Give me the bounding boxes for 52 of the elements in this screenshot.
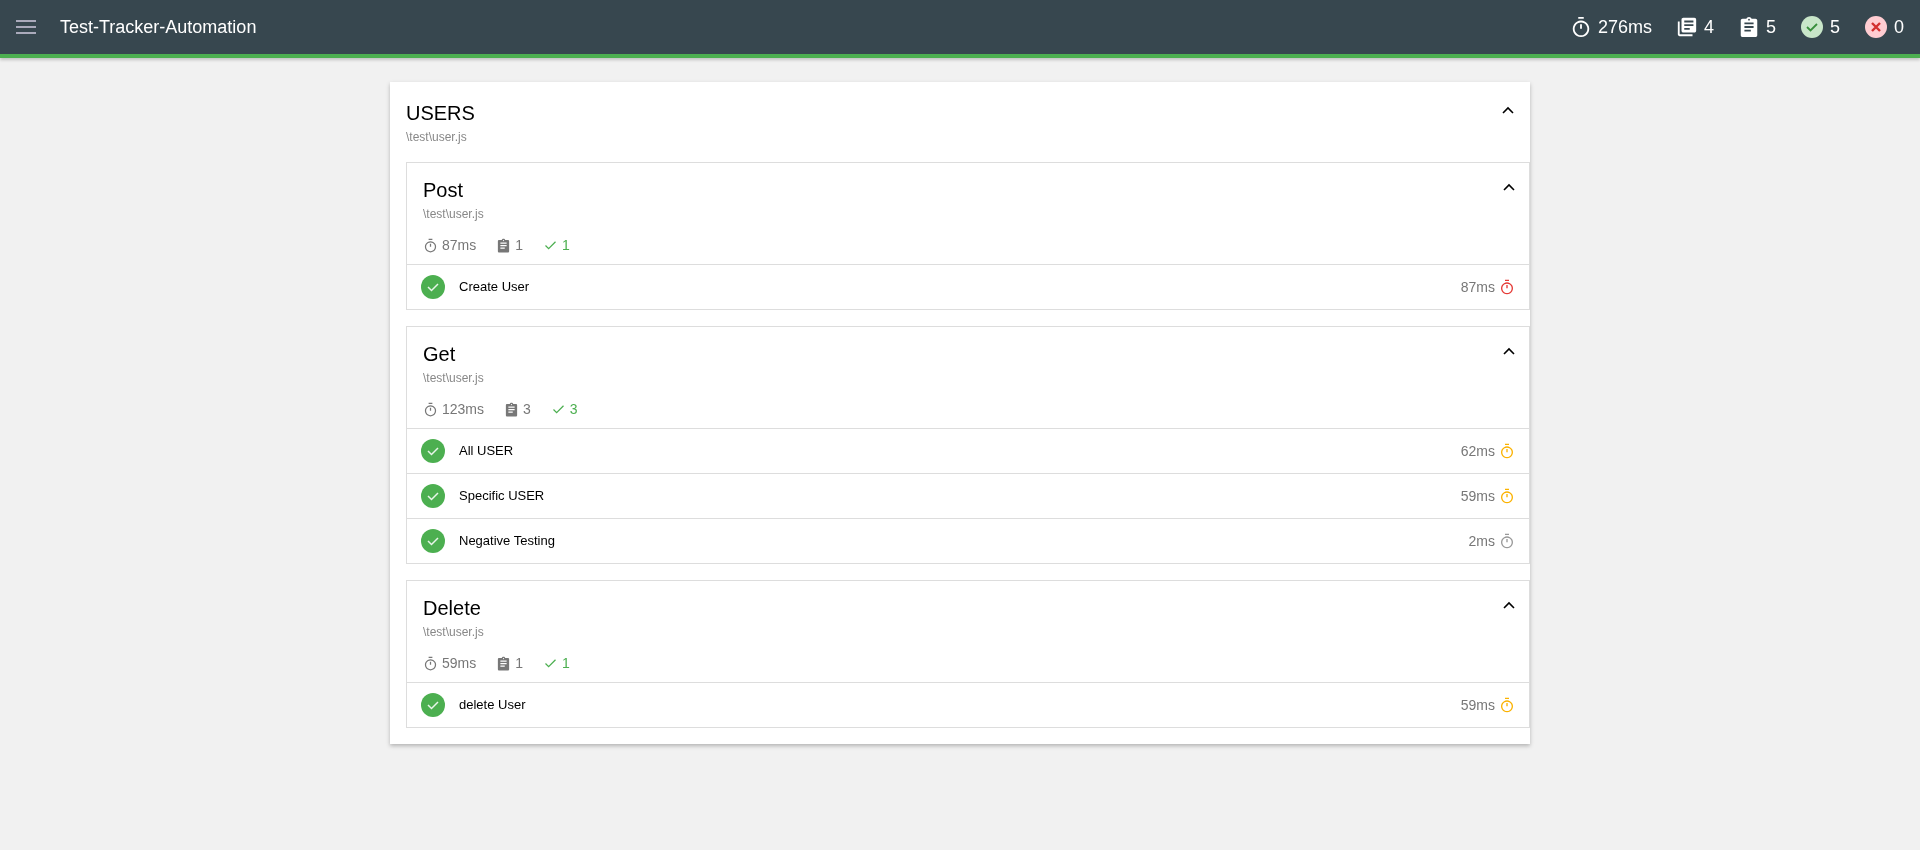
test-title: delete User xyxy=(459,696,526,715)
test-title: Create User xyxy=(459,278,530,297)
file-path: \test\user.js xyxy=(423,206,484,223)
passed-count: 1 xyxy=(562,236,570,255)
clipboard-icon xyxy=(496,656,512,671)
stopwatch-icon xyxy=(423,402,438,417)
chevron-icon[interactable] xyxy=(1503,347,1515,355)
test-duration: 2ms xyxy=(1468,531,1495,551)
passes-count: 5 xyxy=(1829,15,1840,39)
test-row[interactable]: All USER 62ms xyxy=(407,428,1529,473)
chevron-icon[interactable] xyxy=(1502,106,1514,114)
test-title: All USER xyxy=(459,442,514,461)
test-count: 3 xyxy=(523,400,531,419)
suites-count: 4 xyxy=(1703,15,1714,39)
suite-title: Delete xyxy=(423,596,482,621)
test-count: 1 xyxy=(515,654,524,673)
clipboard-icon xyxy=(496,238,512,253)
chevron-icon[interactable] xyxy=(1503,183,1515,191)
test-row[interactable]: Specific USER 59ms xyxy=(407,473,1529,518)
test-duration: 59ms xyxy=(1460,695,1495,715)
duration-count: 276ms xyxy=(1597,15,1652,39)
test-row[interactable]: Create User 87ms xyxy=(407,264,1529,309)
chevron-icon[interactable] xyxy=(1503,601,1515,609)
tests-count: 5 xyxy=(1765,15,1776,39)
report-title: Test-Tracker-Automation xyxy=(60,15,257,39)
file-path: \test\user.js xyxy=(423,370,484,387)
suite-title: Post xyxy=(423,178,465,203)
test-title: Specific USER xyxy=(459,487,545,506)
library-icon xyxy=(1675,16,1698,38)
suite-title: Get xyxy=(423,342,457,367)
suite-title: USERS xyxy=(406,101,475,126)
duration-text: 123ms xyxy=(442,400,485,419)
test-row[interactable]: delete User 59ms xyxy=(407,682,1529,727)
check-circle-icon xyxy=(1799,15,1824,39)
file-path: \test\user.js xyxy=(406,129,468,146)
duration-text: 87ms xyxy=(442,236,477,255)
test-row[interactable]: Negative Testing 2ms xyxy=(407,518,1529,563)
failures-count: 0 xyxy=(1894,15,1904,39)
test-duration: 59ms xyxy=(1460,486,1495,506)
menu-icon[interactable] xyxy=(16,20,36,34)
test-title: Negative Testing xyxy=(459,532,555,551)
cross-circle-icon xyxy=(1864,15,1888,39)
test-count: 1 xyxy=(515,236,524,255)
test-duration: 87ms xyxy=(1460,277,1495,297)
file-path: \test\user.js xyxy=(423,624,484,641)
passed-count: 1 xyxy=(562,654,570,673)
test-duration: 62ms xyxy=(1460,441,1495,461)
passed-count: 3 xyxy=(569,400,578,419)
duration-text: 59ms xyxy=(442,654,477,673)
clipboard-icon xyxy=(504,402,520,417)
stopwatch-icon xyxy=(423,656,438,671)
stopwatch-icon xyxy=(423,238,438,253)
